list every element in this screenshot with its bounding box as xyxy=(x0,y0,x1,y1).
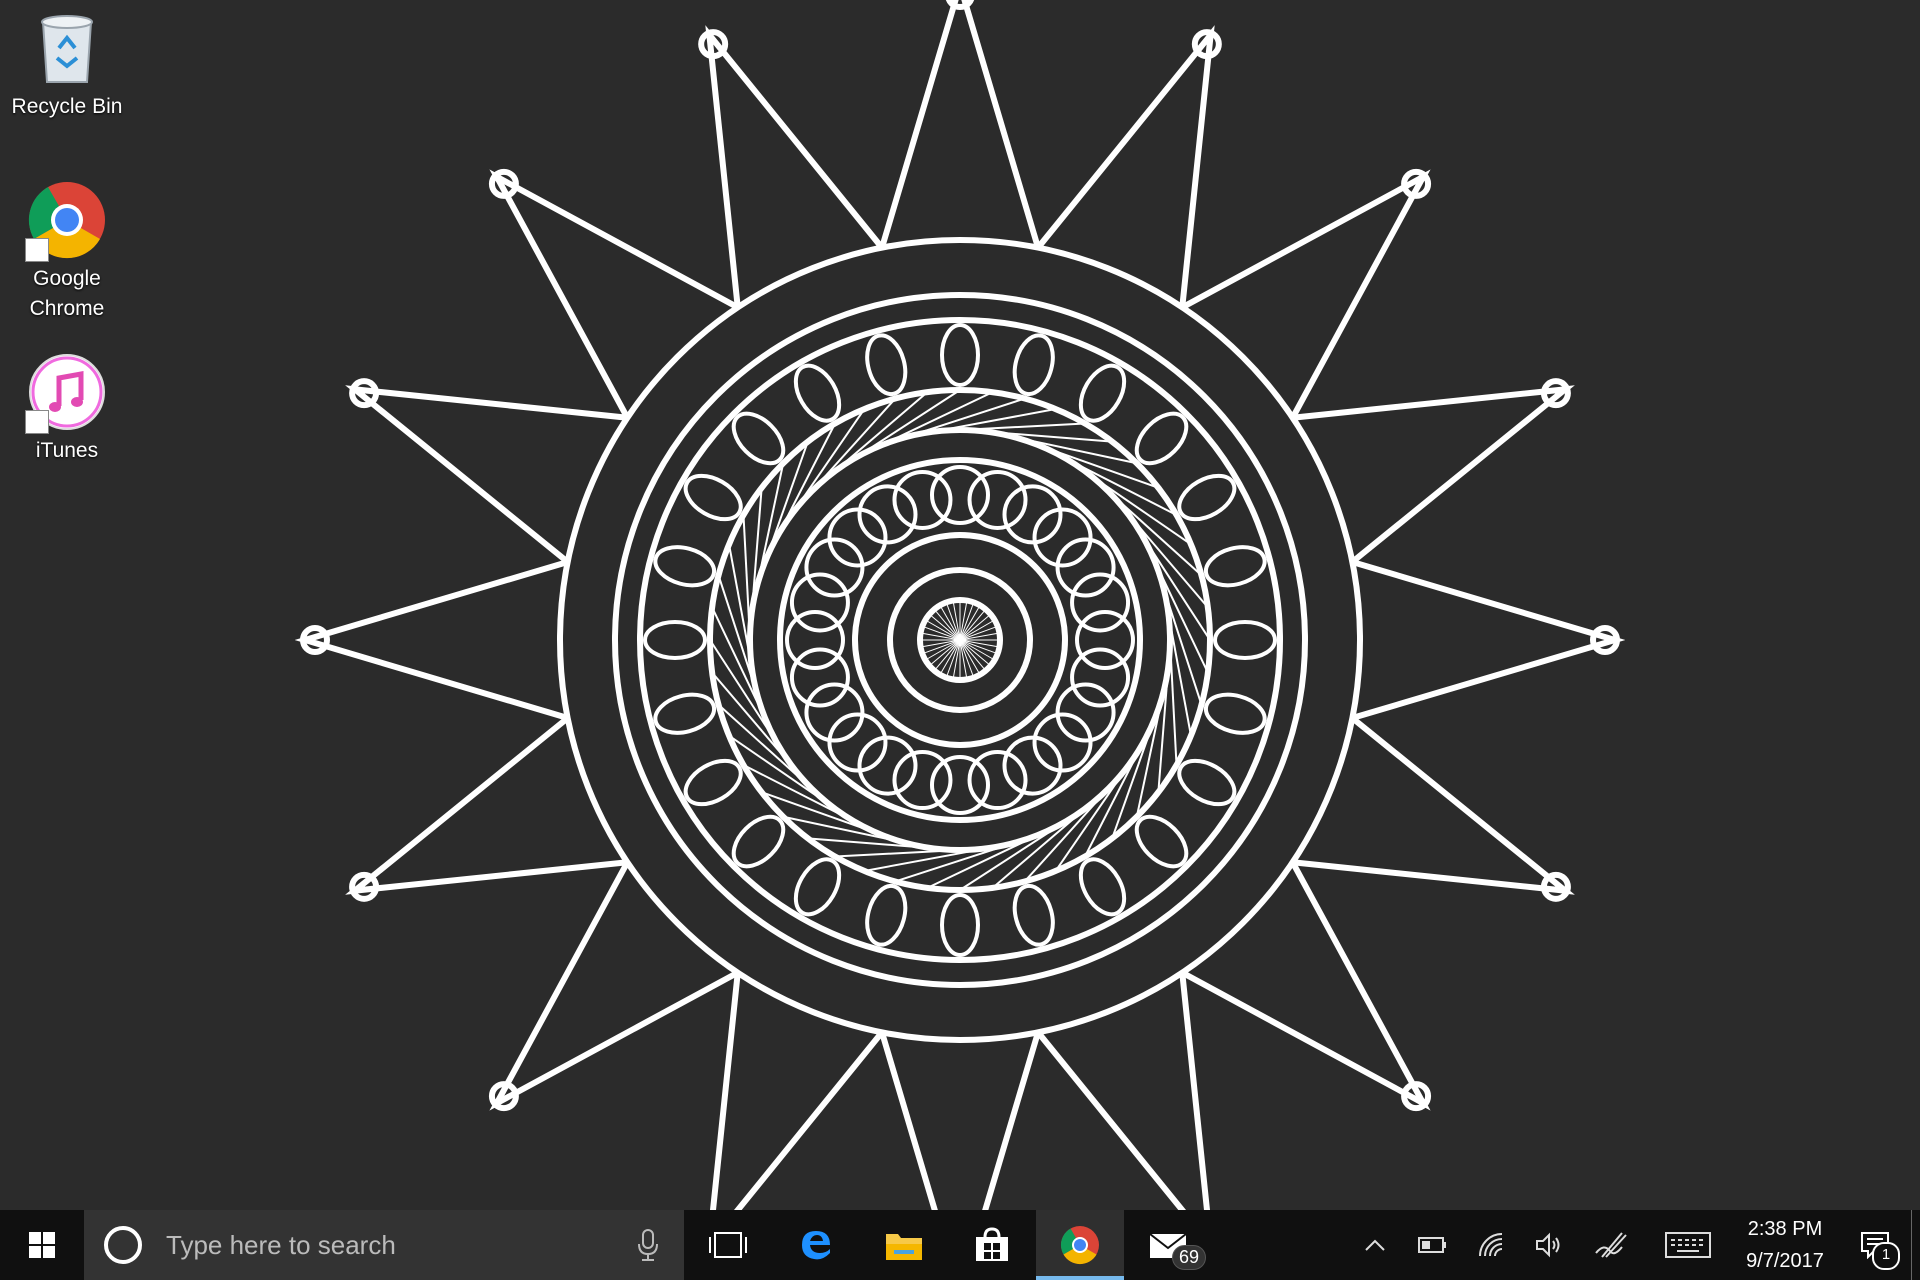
taskbar: Type here to search 69 2:38 PM 9/7/2017 … xyxy=(0,1210,1920,1280)
taskbar-mail[interactable]: 69 xyxy=(1124,1210,1212,1280)
notification-count: 1 xyxy=(1872,1242,1900,1270)
desktop-icon-recycle-bin[interactable]: Recycle Bin xyxy=(7,8,127,122)
folder-icon xyxy=(886,1234,922,1260)
store-icon xyxy=(976,1227,1008,1261)
active-indicator xyxy=(1036,1276,1124,1280)
mail-badge: 69 xyxy=(1171,1245,1206,1270)
recycle-bin-label: Recycle Bin xyxy=(11,95,123,118)
task-view-button[interactable] xyxy=(684,1210,772,1280)
battery-button[interactable] xyxy=(1404,1210,1462,1280)
chrome-label: Google Chrome xyxy=(29,267,105,320)
volume-button[interactable] xyxy=(1520,1210,1578,1280)
recycle-bin-icon xyxy=(27,8,107,88)
microphone-icon[interactable] xyxy=(636,1228,660,1262)
touch-keyboard-button[interactable] xyxy=(1646,1210,1730,1280)
windows-icon xyxy=(29,1232,55,1258)
edge-icon xyxy=(802,1231,830,1260)
mandala-wallpaper xyxy=(295,0,1625,1210)
clock-date: 9/7/2017 xyxy=(1746,1250,1824,1272)
taskbar-store[interactable] xyxy=(948,1210,1036,1280)
chevron-up-icon xyxy=(1365,1239,1385,1251)
speaker-icon xyxy=(1536,1232,1560,1258)
search-box[interactable]: Type here to search xyxy=(84,1210,684,1280)
task-view-icon xyxy=(709,1232,747,1258)
chrome-icon xyxy=(1060,1226,1099,1265)
cortana-icon xyxy=(104,1226,142,1264)
desktop[interactable]: Recycle Bin Google Chrome iTunes xyxy=(0,0,1920,1210)
itunes-label: iTunes xyxy=(35,439,99,462)
desktop-icon-google-chrome[interactable]: Google Chrome xyxy=(7,180,127,324)
clock-time: 2:38 PM xyxy=(1747,1218,1823,1240)
desktop-icon-itunes[interactable]: iTunes xyxy=(7,352,127,466)
search-placeholder: Type here to search xyxy=(166,1229,396,1260)
wifi-icon xyxy=(1479,1233,1503,1257)
taskbar-chrome[interactable] xyxy=(1036,1210,1124,1280)
taskbar-edge[interactable] xyxy=(772,1210,860,1280)
pen-icon xyxy=(1595,1232,1627,1258)
start-button[interactable] xyxy=(0,1210,84,1280)
clock-button[interactable]: 2:38 PM 9/7/2017 xyxy=(1730,1210,1840,1280)
chrome-icon xyxy=(25,180,107,262)
shortcut-arrow-icon xyxy=(25,238,49,262)
itunes-icon xyxy=(25,352,107,434)
keyboard-icon xyxy=(1665,1232,1711,1258)
network-button[interactable] xyxy=(1462,1210,1520,1280)
windows-ink-button[interactable] xyxy=(1578,1210,1646,1280)
battery-icon xyxy=(1418,1237,1446,1253)
action-center-button[interactable]: 1 xyxy=(1840,1210,1910,1280)
taskbar-file-explorer[interactable] xyxy=(860,1210,948,1280)
show-hidden-icons-button[interactable] xyxy=(1346,1210,1404,1280)
shortcut-arrow-icon xyxy=(25,410,49,434)
show-desktop-button[interactable] xyxy=(1911,1210,1920,1280)
